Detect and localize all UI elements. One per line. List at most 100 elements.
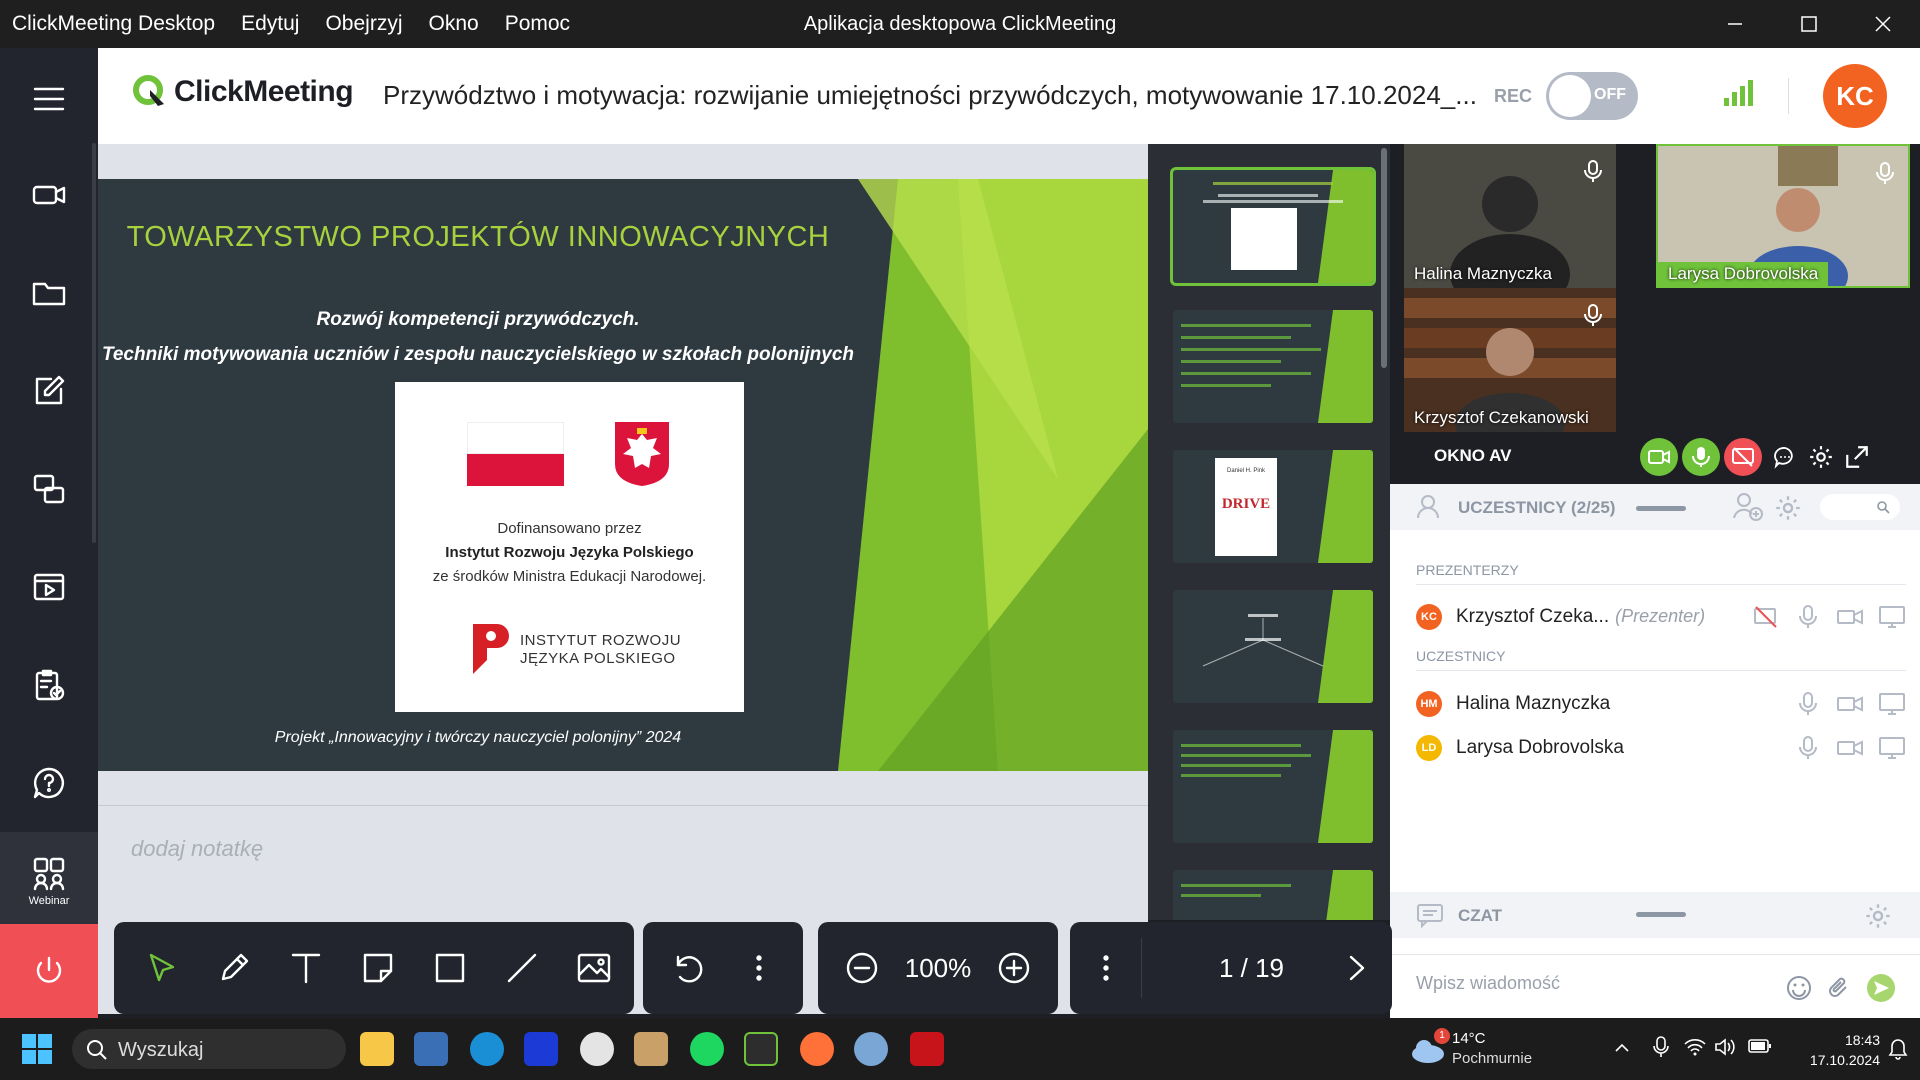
microphone-icon[interactable] xyxy=(1794,604,1822,630)
zoom-in-button[interactable] xyxy=(978,932,1050,1004)
connection-signal-icon[interactable] xyxy=(1724,80,1754,106)
add-participant-icon[interactable] xyxy=(1732,492,1764,522)
video-tile-halina[interactable]: Halina Maznyczka xyxy=(1404,144,1616,288)
microphone-icon[interactable] xyxy=(1652,1036,1670,1058)
notes-area[interactable]: dodaj notatkę xyxy=(98,805,1148,925)
chat-input-area[interactable]: Wpisz wiadomość xyxy=(1390,954,1920,1020)
spotify-icon[interactable] xyxy=(690,1032,724,1066)
firefox-icon[interactable] xyxy=(800,1032,834,1066)
close-button[interactable] xyxy=(1846,0,1920,48)
photo-app-icon[interactable] xyxy=(634,1032,668,1066)
screen-share-off-icon[interactable] xyxy=(1752,604,1780,630)
toggle-screen-share-button[interactable] xyxy=(1724,438,1762,476)
nav-whiteboard-button[interactable] xyxy=(0,342,98,440)
volume-icon[interactable] xyxy=(1714,1038,1736,1056)
recording-toggle[interactable]: OFF xyxy=(1546,72,1638,120)
nav-webinar-button[interactable]: Webinar xyxy=(0,832,98,930)
rectangle-tool-button[interactable] xyxy=(414,932,486,1004)
slide-thumbnail-4[interactable] xyxy=(1173,590,1373,703)
microphone-icon[interactable] xyxy=(1872,160,1898,186)
file-explorer-icon[interactable] xyxy=(360,1032,394,1066)
edge-browser-icon[interactable] xyxy=(470,1032,504,1066)
more-tools-button[interactable] xyxy=(723,932,795,1004)
av-settings-button[interactable] xyxy=(1802,438,1840,476)
leave-meeting-button[interactable] xyxy=(0,924,98,1018)
nav-scrollbar[interactable] xyxy=(92,143,96,543)
menu-edit[interactable]: Edytuj xyxy=(228,12,312,36)
toggle-camera-button[interactable] xyxy=(1640,438,1678,476)
menu-app[interactable]: ClickMeeting Desktop xyxy=(12,12,228,36)
slide-thumbnail-2[interactable] xyxy=(1173,310,1373,423)
slide-thumbnail-3[interactable]: Daniel H. Pink DRIVE xyxy=(1173,450,1373,563)
participant-row[interactable]: HM Halina Maznyczka xyxy=(1416,687,1906,721)
av-popout-button[interactable] xyxy=(1838,438,1876,476)
slide-thumbnail-6[interactable] xyxy=(1173,870,1373,920)
nav-files-button[interactable] xyxy=(0,244,98,342)
app-fox-icon[interactable] xyxy=(580,1032,614,1066)
video-camera-icon[interactable] xyxy=(1836,735,1864,761)
participants-panel-handle[interactable] xyxy=(1636,506,1686,511)
battery-icon[interactable] xyxy=(1748,1038,1772,1054)
minimize-button[interactable] xyxy=(1698,0,1772,48)
weather-widget[interactable]: 1 14°C Pochmurnie xyxy=(1410,1028,1560,1072)
microphone-icon[interactable] xyxy=(1794,691,1822,717)
slide-thumbnail-5[interactable] xyxy=(1173,730,1373,843)
av-chat-button[interactable] xyxy=(1766,438,1804,476)
user-avatar[interactable]: KC xyxy=(1823,64,1887,128)
notification-bell-icon[interactable] xyxy=(1888,1036,1908,1060)
page-options-button[interactable] xyxy=(1070,932,1141,1004)
gear-icon[interactable] xyxy=(1774,494,1802,522)
nav-video-button[interactable] xyxy=(0,538,98,636)
microphone-icon[interactable] xyxy=(1794,735,1822,761)
taskbar-search[interactable]: Wyszukaj xyxy=(72,1029,346,1069)
clickmeeting-taskbar-icon[interactable] xyxy=(744,1032,778,1066)
menu-help[interactable]: Pomoc xyxy=(492,12,583,36)
line-tool-button[interactable] xyxy=(486,932,558,1004)
acrobat-icon[interactable] xyxy=(910,1032,944,1066)
clock-time[interactable]: 18:43 xyxy=(1800,1032,1880,1048)
zoom-out-button[interactable] xyxy=(826,932,898,1004)
monitor-icon[interactable] xyxy=(1878,691,1906,717)
video-camera-icon[interactable] xyxy=(1836,691,1864,717)
participants-search-input[interactable] xyxy=(1820,494,1900,520)
nav-survey-button[interactable] xyxy=(0,636,98,734)
windows-start-icon[interactable] xyxy=(22,1034,52,1064)
settings-app-icon[interactable] xyxy=(854,1032,888,1066)
microphone-icon[interactable] xyxy=(1580,302,1606,328)
monitor-icon[interactable] xyxy=(1878,604,1906,630)
monitor-icon[interactable] xyxy=(1878,735,1906,761)
image-tool-button[interactable] xyxy=(558,932,630,1004)
nav-screen-share-button[interactable] xyxy=(0,440,98,538)
select-tool-button[interactable] xyxy=(126,932,198,1004)
calculator-icon[interactable] xyxy=(414,1032,448,1066)
thumbnails-scrollbar[interactable] xyxy=(1381,148,1387,368)
malwarebytes-icon[interactable] xyxy=(524,1032,558,1066)
microphone-icon[interactable] xyxy=(1580,158,1606,184)
next-page-button[interactable] xyxy=(1321,932,1392,1004)
emoji-icon[interactable] xyxy=(1786,975,1812,1001)
hamburger-menu-button[interactable] xyxy=(0,50,98,148)
pen-tool-button[interactable] xyxy=(198,932,270,1004)
toggle-microphone-button[interactable] xyxy=(1682,438,1720,476)
undo-button[interactable] xyxy=(651,932,723,1004)
maximize-button[interactable] xyxy=(1772,0,1846,48)
clock-date[interactable]: 17.10.2024 xyxy=(1786,1052,1880,1068)
chevron-up-icon[interactable] xyxy=(1614,1040,1630,1056)
nav-qa-button[interactable] xyxy=(0,734,98,832)
text-tool-button[interactable] xyxy=(270,932,342,1004)
send-icon[interactable] xyxy=(1866,973,1896,1003)
gear-icon[interactable] xyxy=(1864,902,1892,930)
nav-camera-button[interactable] xyxy=(0,146,98,244)
video-camera-icon[interactable] xyxy=(1836,604,1864,630)
attachment-icon[interactable] xyxy=(1826,975,1852,1001)
slide-thumbnail-1[interactable] xyxy=(1173,170,1373,283)
menu-window[interactable]: Okno xyxy=(416,12,492,36)
note-tool-button[interactable] xyxy=(342,932,414,1004)
video-tile-larysa[interactable]: Larysa Dobrovolska xyxy=(1656,144,1910,288)
menu-view[interactable]: Obejrzyj xyxy=(312,12,415,36)
chat-panel-handle[interactable] xyxy=(1636,912,1686,917)
participant-row[interactable]: LD Larysa Dobrovolska xyxy=(1416,731,1906,765)
wifi-icon[interactable] xyxy=(1684,1038,1706,1056)
participant-row[interactable]: KC Krzysztof Czeka... (Prezenter) xyxy=(1416,600,1906,634)
video-tile-krzysztof[interactable]: Krzysztof Czekanowski xyxy=(1404,288,1616,432)
